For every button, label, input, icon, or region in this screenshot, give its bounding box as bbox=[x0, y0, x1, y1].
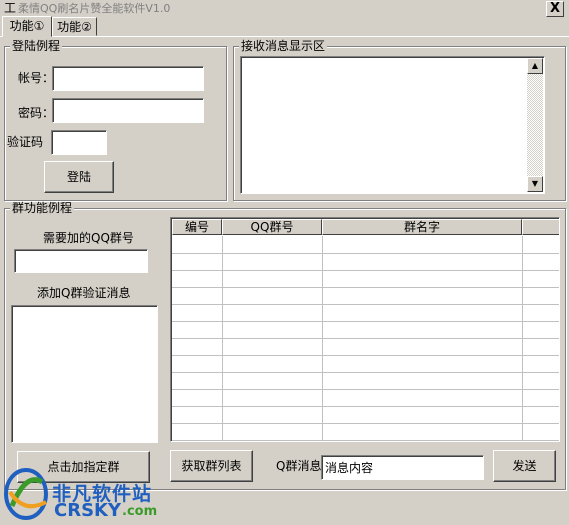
add-verify-label: 添加Q群验证消息 bbox=[37, 286, 131, 300]
send-button[interactable]: 发送 bbox=[493, 450, 556, 482]
table-row-line bbox=[172, 440, 559, 441]
column-header-group-name[interactable]: 群名字 bbox=[322, 219, 522, 235]
table-column-line bbox=[522, 236, 523, 441]
table-row-line bbox=[172, 338, 559, 339]
table-row-line bbox=[172, 406, 559, 407]
table-row-line bbox=[172, 372, 559, 373]
account-label: 帐号： bbox=[18, 71, 55, 85]
login-group-title: 登陆例程 bbox=[10, 39, 63, 53]
message-display[interactable] bbox=[240, 56, 545, 194]
table-row-line bbox=[172, 270, 559, 271]
password-input[interactable] bbox=[52, 98, 204, 123]
group-number-input[interactable] bbox=[14, 249, 148, 273]
column-header-extra[interactable] bbox=[522, 219, 559, 235]
qmsg-input[interactable] bbox=[321, 455, 484, 480]
account-input[interactable] bbox=[52, 66, 204, 91]
column-header-qq-group[interactable]: QQ群号 bbox=[222, 219, 322, 235]
table-column-line bbox=[222, 236, 223, 441]
table-row-line bbox=[172, 287, 559, 288]
password-label: 密码： bbox=[18, 106, 55, 120]
message-group-title: 接收消息显示区 bbox=[239, 39, 328, 53]
group-list-table[interactable]: 编号 QQ群号 群名字 bbox=[170, 217, 560, 442]
captcha-input[interactable] bbox=[51, 130, 107, 155]
get-group-list-button[interactable]: 获取群列表 bbox=[170, 450, 253, 482]
table-row-line bbox=[172, 321, 559, 322]
verify-message-input[interactable] bbox=[11, 305, 158, 443]
watermark-domain: .com bbox=[122, 504, 158, 519]
table-column-line bbox=[322, 236, 323, 441]
table-row-line bbox=[172, 253, 559, 254]
table-row-line bbox=[172, 423, 559, 424]
tab-function-2[interactable]: 功能② bbox=[52, 17, 97, 36]
close-button[interactable]: X bbox=[546, 1, 564, 17]
window-title: 柔情QQ刷名片赞全能软件V1.0 bbox=[18, 2, 171, 15]
table-row-line bbox=[172, 355, 559, 356]
captcha-label: 验证码 bbox=[7, 135, 44, 149]
table-row-line bbox=[172, 304, 559, 305]
watermark-en: CRSKY bbox=[54, 500, 122, 521]
watermark-logo bbox=[2, 462, 50, 522]
message-scrollbar[interactable] bbox=[527, 58, 543, 192]
scroll-down-icon[interactable]: ▼ bbox=[527, 176, 543, 192]
qmsg-label: Q群消息 bbox=[276, 459, 322, 473]
scroll-up-icon[interactable]: ▲ bbox=[527, 58, 543, 74]
need-add-label: 需要加的QQ群号 bbox=[43, 231, 134, 245]
login-button[interactable]: 登陆 bbox=[44, 161, 114, 193]
table-row-line bbox=[172, 389, 559, 390]
tab-function-1[interactable]: 功能① bbox=[2, 16, 52, 37]
column-header-id[interactable]: 编号 bbox=[172, 219, 222, 235]
group-func-title: 群功能例程 bbox=[10, 201, 75, 215]
app-icon: 工 bbox=[3, 1, 16, 15]
close-icon: X bbox=[549, 1, 561, 16]
